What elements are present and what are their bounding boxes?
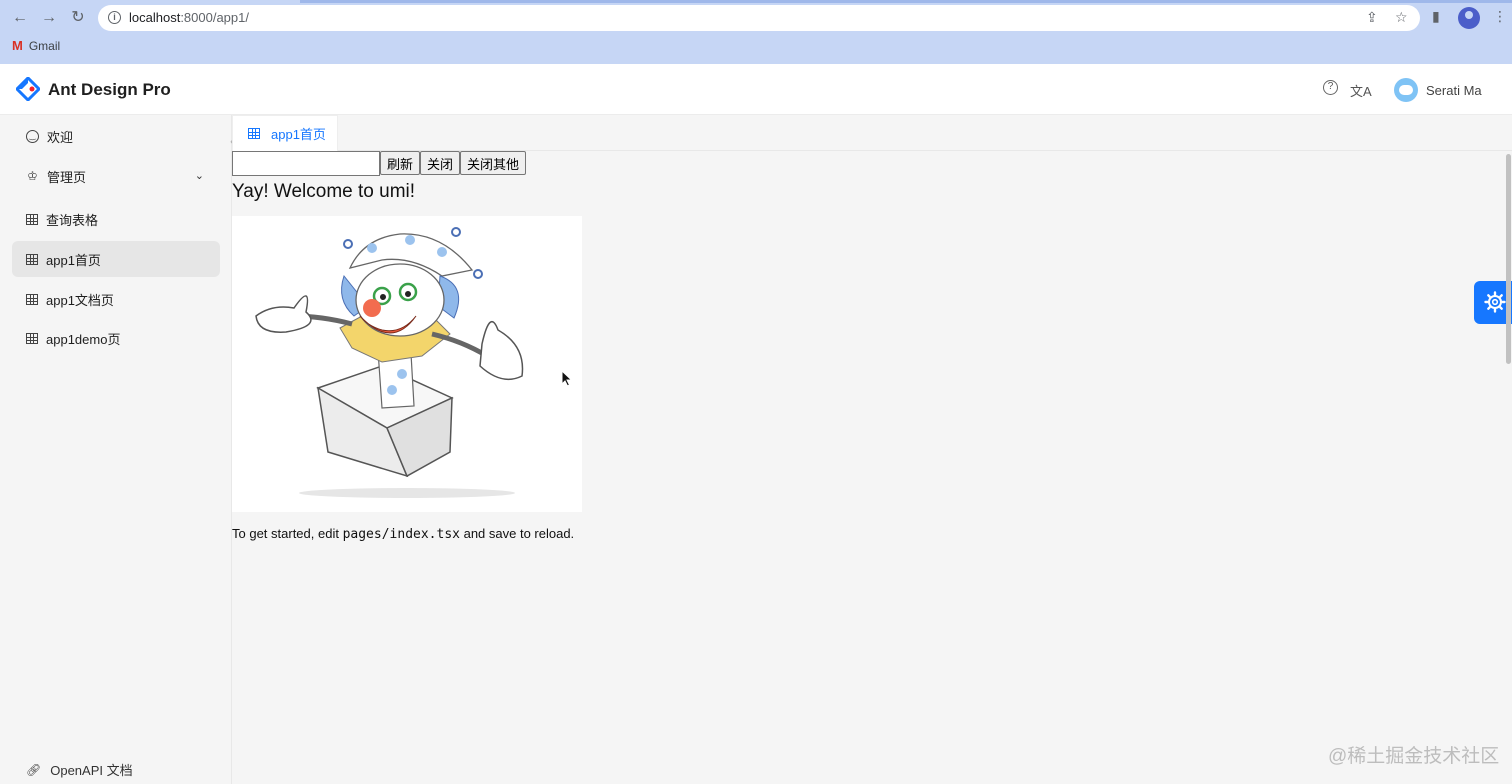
url-text[interactable]: localhost:8000/app1/ [129,10,249,25]
avatar[interactable] [1394,78,1418,102]
tab-strip-accent [300,0,1512,3]
hint-text-after: and save to reload. [459,526,575,541]
gmail-icon: M [12,38,23,53]
sidebar-item-app1-demo[interactable]: app1demo页 [12,320,220,356]
sidebar-item-query-table[interactable]: 查询表格 [12,201,220,237]
hint-code-path: pages/index.tsx [342,527,460,542]
sidebar-item-app1-home[interactable]: app1首页 [12,241,220,277]
bookmark-label: Gmail [28,38,61,53]
umi-mascot-image [232,216,582,512]
table-icon [26,253,38,265]
reload-icon[interactable]: ↻ [68,9,88,27]
table-icon [26,332,38,344]
sidebar-item-admin[interactable]: ♔ 管理页 ⌄ [12,158,220,194]
watermark: @稀土掘金技术社区 [1328,746,1500,767]
sidebar-item-label: 查询表格 [46,212,99,228]
tab-key-input[interactable] [232,151,380,176]
page-tabs-bar: app1首页 [232,115,1512,151]
smile-icon: ‿ [26,129,39,143]
app-title[interactable]: Ant Design Pro [48,80,171,100]
table-icon [26,213,38,225]
table-icon [248,128,260,139]
sidebar-item-welcome[interactable]: ‿ 欢迎 [12,118,220,154]
openapi-docs-label: OpenAPI 文档 [50,763,133,778]
close-others-button[interactable]: 关闭其他 [460,151,527,175]
app-header: Ant Design Pro ? 文A Serati Ma [0,64,1512,115]
hint-text-before: To get started, edit [232,526,343,541]
close-button[interactable]: 关闭 [420,151,461,175]
crown-icon: ♔ [27,168,38,183]
site-info-icon[interactable]: i [108,11,121,24]
language-icon[interactable]: 文A [1350,81,1372,100]
sidebar-item-label: app1文档页 [46,292,114,308]
tab-label: app1首页 [271,127,326,142]
sidebar-item-app1-docs[interactable]: app1文档页 [12,281,220,317]
welcome-heading: Yay! Welcome to umi! [232,181,416,202]
sidebar-item-label: app1首页 [46,252,101,268]
chevron-down-icon[interactable]: ⌄ [195,169,204,182]
bookmark-gmail[interactable]: M Gmail [12,38,60,53]
tab-toolbar: 刷新 关闭 关闭其他 [232,151,527,176]
openapi-docs-link[interactable]: 🔗︎ OpenAPI 文档 [26,760,133,779]
forward-icon[interactable]: → [39,9,59,27]
back-icon[interactable]: ← [10,9,30,27]
sidebar-item-label: 欢迎 [47,129,74,145]
profile-avatar-icon[interactable] [1458,7,1480,29]
help-icon[interactable]: ? [1323,80,1338,95]
bookmark-star-icon[interactable]: ☆ [1395,9,1408,26]
side-panel-icon[interactable]: ▮ [1432,8,1440,25]
address-bar[interactable]: i localhost:8000/app1/ ⇪ ☆ [98,5,1420,31]
mouse-cursor-icon [561,370,573,387]
more-menu-icon[interactable]: ⋮ [1493,8,1507,25]
browser-chrome: ← → ↻ i localhost:8000/app1/ ⇪ ☆ ▮ ⋮ M G… [0,0,1512,64]
ant-design-logo-icon[interactable] [16,77,40,101]
sidebar-item-label: 管理页 [47,169,87,185]
tab-app1-home[interactable]: app1首页 [232,115,338,151]
refresh-button[interactable]: 刷新 [380,151,421,175]
share-icon[interactable]: ⇪ [1366,9,1378,26]
user-name[interactable]: Serati Ma [1426,83,1482,98]
page-scrollbar[interactable] [1506,154,1511,364]
jester-illustration [255,227,524,498]
link-icon: 🔗︎ [26,762,42,777]
getting-started-hint: To get started, edit pages/index.tsx and… [232,526,574,542]
sidebar-item-label: app1demo页 [46,331,121,347]
table-icon [26,293,38,305]
